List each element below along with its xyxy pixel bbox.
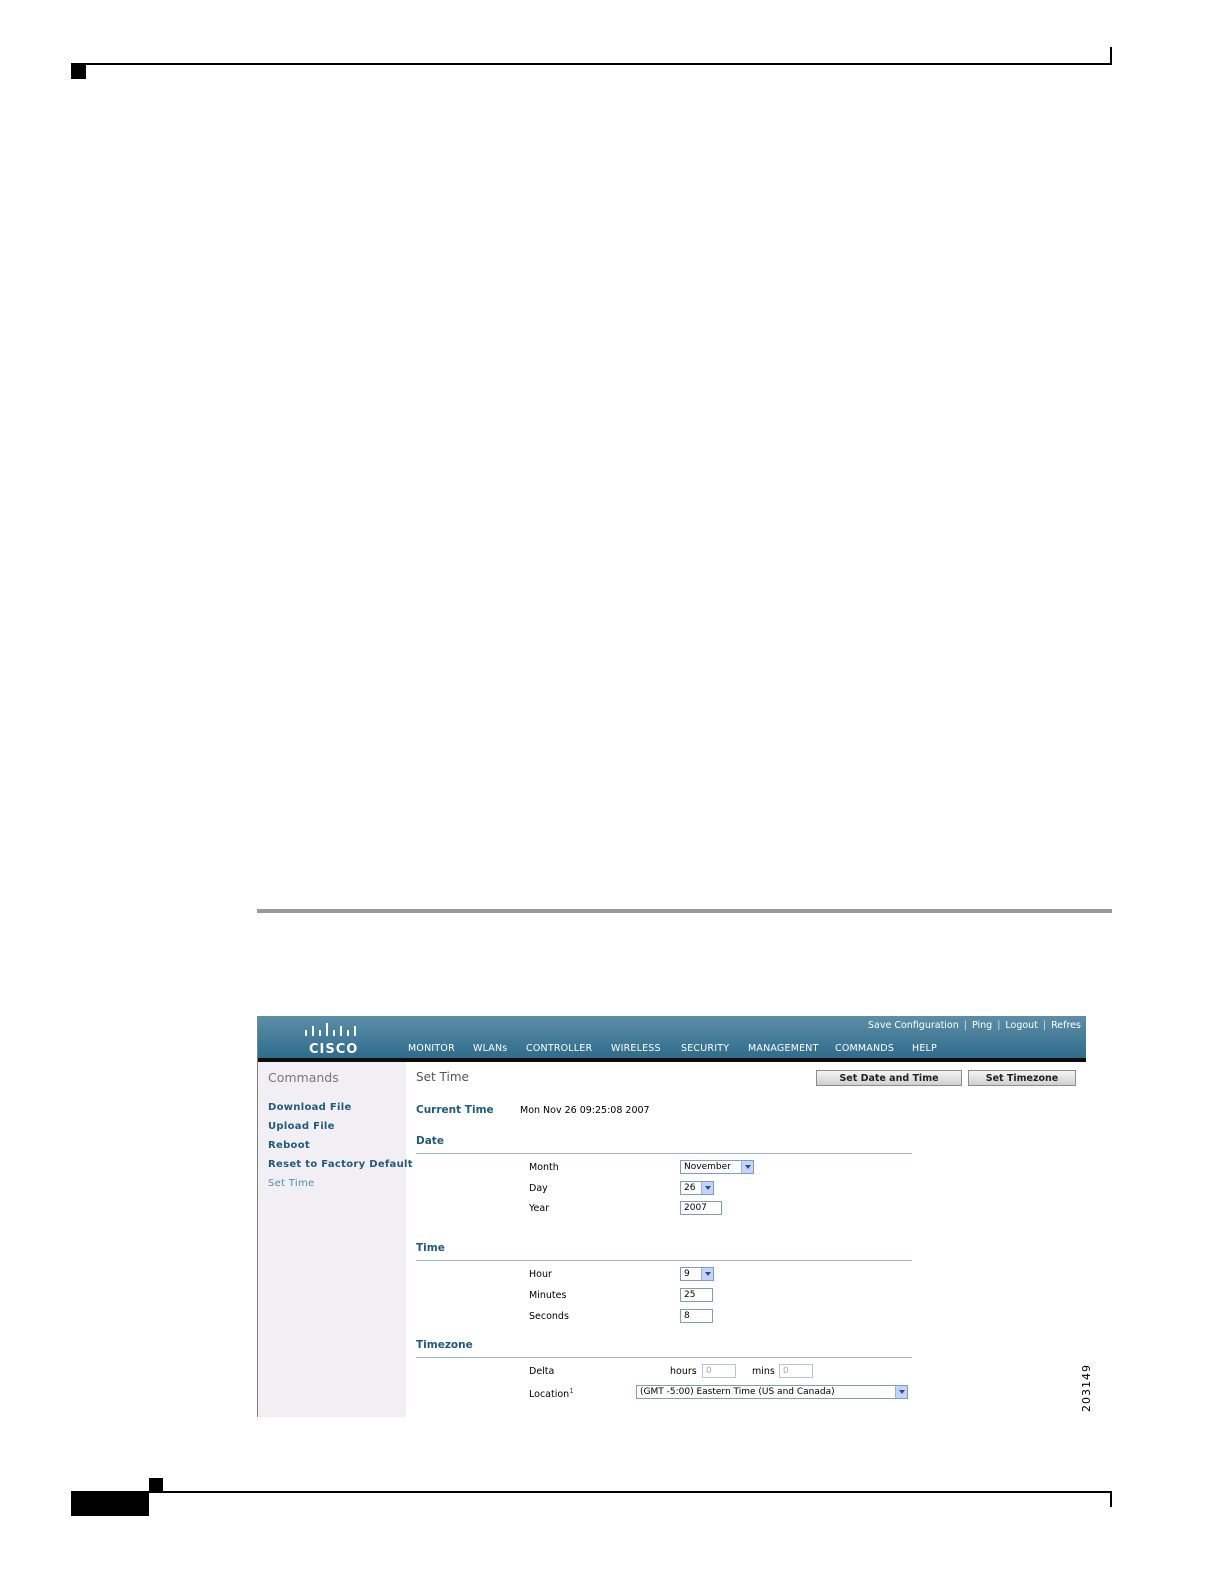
set-timezone-button[interactable]: Set Timezone <box>968 1070 1076 1086</box>
day-label: Day <box>529 1183 548 1194</box>
ping-link[interactable]: Ping <box>972 1020 992 1031</box>
header-marker <box>71 65 86 79</box>
day-select-value: 26 <box>684 1183 696 1193</box>
location-footnote-link[interactable]: 1 <box>569 1387 573 1395</box>
delta-mins-input[interactable]: 0 <box>779 1364 813 1378</box>
month-select[interactable]: November <box>680 1160 754 1174</box>
top-links: Save Configuration | Ping | Logout | Refres <box>868 1020 1081 1031</box>
location-select-value: (GMT -5:00) Eastern Time (US and Canada) <box>640 1387 835 1397</box>
date-heading: Date <box>416 1135 444 1147</box>
location-label: Location1 <box>529 1387 574 1400</box>
minutes-input[interactable]: 25 <box>680 1288 713 1302</box>
nav-security[interactable]: SECURITY <box>681 1042 729 1058</box>
footer-tick <box>1110 1493 1112 1507</box>
current-time-value: Mon Nov 26 09:25:08 2007 <box>520 1105 650 1116</box>
chevron-down-icon <box>701 1268 713 1280</box>
mins-label: mins <box>752 1366 775 1377</box>
timezone-heading: Timezone <box>416 1339 473 1351</box>
save-configuration-link[interactable]: Save Configuration <box>868 1020 959 1031</box>
refresh-link[interactable]: Refres <box>1051 1020 1081 1031</box>
footer-marker <box>149 1478 163 1492</box>
wlc-screenshot: CISCO Save Configuration | Ping | Logout | Ref… <box>257 1016 1086 1417</box>
seconds-label: Seconds <box>529 1311 569 1322</box>
nav-help[interactable]: HELP <box>912 1042 937 1058</box>
date-divider <box>416 1153 912 1154</box>
sidebar-title: Commands <box>268 1070 339 1085</box>
sidebar-item-upload-file[interactable]: Upload File <box>268 1121 335 1132</box>
nav-management[interactable]: MANAGEMENT <box>748 1042 819 1058</box>
page-title: Set Time <box>416 1070 469 1084</box>
hours-label: hours <box>670 1366 697 1377</box>
hour-select-value: 9 <box>684 1269 690 1279</box>
header-tick <box>1110 47 1112 64</box>
section-divider <box>257 909 1112 913</box>
month-select-value: November <box>684 1162 731 1172</box>
sidebar-item-reboot[interactable]: Reboot <box>268 1140 310 1151</box>
delta-hours-input[interactable]: 0 <box>702 1364 736 1378</box>
seconds-input[interactable]: 8 <box>680 1309 713 1323</box>
main-content: Set Time Set Date and Time Set Timezone … <box>416 1062 1086 1417</box>
nav-controller[interactable]: CONTROLLER <box>526 1042 592 1058</box>
chevron-down-icon <box>701 1182 713 1194</box>
chevron-down-icon <box>895 1386 907 1398</box>
year-label: Year <box>529 1203 550 1214</box>
chevron-down-icon <box>741 1161 753 1173</box>
sidebar: Commands Download File Upload File Reboo… <box>258 1062 413 1417</box>
nav-wlans[interactable]: WLANs <box>473 1042 507 1058</box>
logo-text: CISCO <box>309 1042 359 1057</box>
app-header: CISCO Save Configuration | Ping | Logout | Ref… <box>258 1016 1086 1061</box>
cisco-bridge-icon <box>305 1023 356 1036</box>
footer-page-block <box>71 1493 149 1516</box>
sidebar-item-reset-factory-default[interactable]: Reset to Factory Default <box>268 1159 413 1170</box>
time-heading: Time <box>416 1242 445 1254</box>
timezone-divider <box>416 1357 912 1358</box>
figure-id: 203149 <box>1080 1364 1093 1412</box>
sidebar-item-set-time[interactable]: Set Time <box>268 1178 314 1189</box>
nav-monitor[interactable]: MONITOR <box>408 1042 455 1058</box>
logout-link[interactable]: Logout <box>1005 1020 1038 1031</box>
footer-rule <box>71 1491 1112 1493</box>
set-date-time-button[interactable]: Set Date and Time <box>816 1070 962 1086</box>
sidebar-item-download-file[interactable]: Download File <box>268 1102 352 1113</box>
month-label: Month <box>529 1162 559 1173</box>
hour-label: Hour <box>529 1269 552 1280</box>
time-divider <box>416 1260 912 1261</box>
delta-label: Delta <box>529 1366 555 1377</box>
minutes-label: Minutes <box>529 1290 567 1301</box>
year-input[interactable]: 2007 <box>680 1201 722 1215</box>
location-select[interactable]: (GMT -5:00) Eastern Time (US and Canada) <box>636 1385 908 1399</box>
current-time-label: Current Time <box>416 1104 494 1116</box>
cisco-logo: CISCO <box>303 1022 363 1057</box>
header-rule <box>71 63 1112 65</box>
location-label-text: Location <box>529 1389 570 1401</box>
hour-select[interactable]: 9 <box>680 1267 714 1281</box>
nav-wireless[interactable]: WIRELESS <box>611 1042 661 1058</box>
day-select[interactable]: 26 <box>680 1181 714 1195</box>
